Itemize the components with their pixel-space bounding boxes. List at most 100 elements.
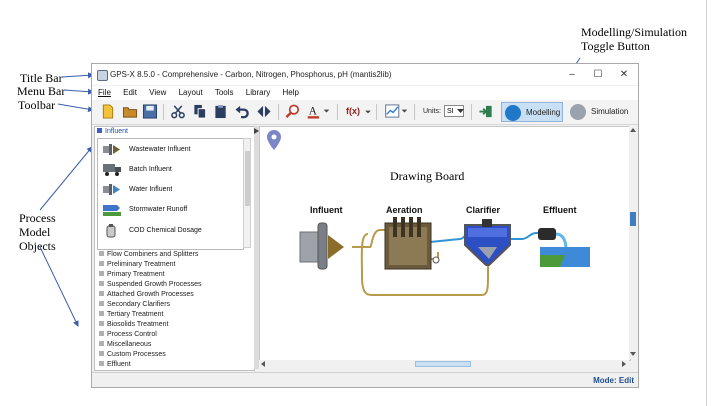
category-label: Attached Growth Processes (107, 291, 194, 298)
scroll-down-icon[interactable] (630, 351, 636, 357)
category-label: Primary Treatment (107, 271, 165, 278)
category-label: Custom Processes (107, 351, 166, 358)
toolbar-separator (337, 104, 338, 120)
mode-status: Mode: Edit (593, 376, 634, 385)
menu-file[interactable]: File (98, 86, 111, 100)
font-color-icon[interactable]: A (306, 104, 332, 119)
palette-item-label: Wastewater Influent (129, 146, 191, 153)
category-item[interactable]: Biosolids Treatment (99, 321, 168, 328)
board-horizontal-scrollbar[interactable] (259, 360, 629, 368)
sidebar-header[interactable]: Influent (97, 128, 128, 135)
category-marker-icon (99, 251, 104, 256)
category-label: Biosolids Treatment (107, 321, 169, 328)
category-item[interactable]: Attached Growth Processes (99, 291, 194, 298)
category-label: Effluent (107, 361, 131, 368)
water-pipe-icon (103, 184, 120, 195)
category-label: Tertiary Treatment (107, 311, 164, 318)
truck-icon (103, 164, 121, 176)
units-dropdown-icon[interactable] (457, 107, 464, 115)
cut-icon[interactable] (170, 104, 186, 119)
category-item[interactable]: Preliminary Treatment (99, 261, 175, 268)
category-item[interactable]: Custom Processes (99, 351, 166, 358)
annotation-title-bar: Title Bar (20, 71, 63, 85)
modelling-toggle-button[interactable]: Modelling (501, 102, 563, 122)
category-item[interactable]: Tertiary Treatment (99, 311, 163, 318)
new-file-icon[interactable] (100, 104, 116, 119)
drawing-board[interactable]: Drawing Board Influent Aeration Clarifie… (259, 126, 631, 361)
category-item[interactable]: Suspended Growth Processes (99, 281, 202, 288)
category-item[interactable]: Flow Combiners and Splitters (99, 251, 198, 258)
category-label: Suspended Growth Processes (107, 281, 202, 288)
toolbar-separator (414, 104, 415, 120)
influent-object[interactable] (299, 222, 344, 270)
category-item[interactable]: Effluent (99, 361, 131, 368)
category-marker-icon (99, 321, 104, 326)
pipe-icon (103, 144, 120, 155)
palette-scrollbar[interactable] (243, 138, 251, 248)
category-marker-icon (99, 301, 104, 306)
category-marker-icon (99, 261, 104, 266)
scroll-up-icon[interactable] (630, 127, 636, 133)
category-marker-icon (99, 361, 104, 366)
menu-tools[interactable]: Tools (215, 86, 234, 100)
toolbar-separator (376, 104, 377, 120)
category-item[interactable]: Miscellaneous (99, 341, 151, 348)
annotation-process-model-objects: Process Model Objects (19, 211, 56, 253)
open-folder-icon[interactable] (122, 104, 138, 119)
menu-layout[interactable]: Layout (179, 86, 203, 100)
palette-item-label: Stormwater Runoff (129, 206, 188, 213)
app-window: GPS-X 8.5.0 - Comprehensive - Carbon, Ni… (91, 63, 639, 388)
category-label: Secondary Clarifiers (107, 301, 171, 308)
window-title: GPS-X 8.5.0 - Comprehensive - Carbon, Ni… (110, 70, 392, 79)
board-vertical-scrollbar[interactable] (629, 126, 637, 359)
menu-library[interactable]: Library (246, 86, 270, 100)
board-horizontal-thumb[interactable] (415, 361, 471, 367)
close-button[interactable]: ✕ (614, 67, 634, 82)
sidebar-header-label: Influent (105, 128, 128, 135)
aeration-object[interactable] (384, 217, 440, 270)
save-icon[interactable] (142, 104, 158, 119)
menu-edit[interactable]: Edit (123, 86, 137, 100)
category-label: Process Control (107, 331, 157, 338)
board-vertical-thumb[interactable] (630, 212, 636, 226)
menu-view[interactable]: View (149, 86, 166, 100)
svg-text:A: A (309, 105, 318, 117)
graph-icon[interactable] (384, 104, 408, 119)
effluent-object[interactable] (538, 228, 590, 267)
maximize-button[interactable]: ☐ (588, 67, 608, 82)
menu-help[interactable]: Help (282, 86, 298, 100)
category-marker-icon (99, 271, 104, 276)
run-icon[interactable] (478, 104, 494, 119)
scroll-left-icon[interactable] (260, 361, 266, 367)
modelling-icon (505, 105, 521, 121)
category-label: Preliminary Treatment (107, 261, 176, 268)
palette-scroll-thumb[interactable] (245, 151, 250, 206)
toolbar-separator (278, 104, 279, 120)
category-item[interactable]: Primary Treatment (99, 271, 165, 278)
category-marker-icon (99, 341, 104, 346)
toolbar-separator (471, 104, 472, 120)
title-bar: GPS-X 8.5.0 - Comprehensive - Carbon, Ni… (92, 64, 638, 85)
category-item[interactable]: Secondary Clarifiers (99, 301, 170, 308)
function-dropdown-icon[interactable] (364, 104, 372, 119)
category-item[interactable]: Process Control (99, 331, 157, 338)
runoff-icon (103, 205, 121, 216)
function-button[interactable]: f(x) (346, 106, 360, 116)
annotation-toolbar: Toolbar (18, 98, 56, 112)
paste-icon[interactable] (213, 104, 229, 119)
flip-icon[interactable] (256, 104, 272, 119)
simulation-toggle-button[interactable]: Simulation (567, 102, 629, 122)
units-label: Units: (423, 108, 441, 115)
find-icon[interactable] (285, 104, 301, 119)
minimize-button[interactable]: – (562, 67, 582, 82)
copy-icon[interactable] (192, 104, 208, 119)
modelling-label: Modelling (526, 108, 561, 117)
scroll-right-icon[interactable] (621, 361, 627, 367)
undo-icon[interactable] (234, 104, 250, 119)
clarifier-object[interactable] (464, 219, 511, 266)
object-palette: Wastewater Influent Batch Influent Water… (97, 138, 244, 250)
toolbar: A f(x) Units: SI Modelling Simulation (92, 100, 638, 125)
category-marker-icon (99, 281, 104, 286)
palette-item-label: Batch Influent (129, 166, 172, 173)
status-bar: Mode: Edit (92, 372, 638, 387)
